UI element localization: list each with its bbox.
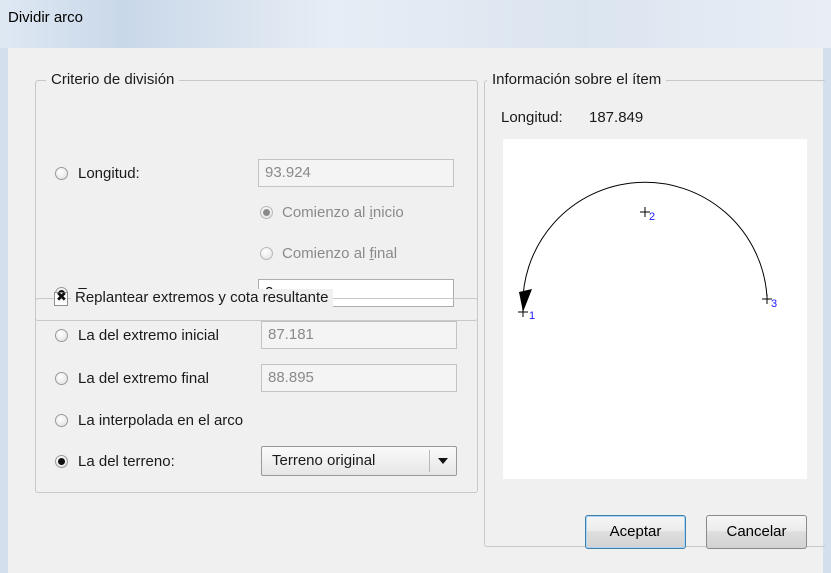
stakeout-legend: Replantear extremos y cota resultante	[71, 289, 334, 307]
arc-preview-canvas: 1 2 3	[503, 139, 807, 479]
terrain-select[interactable]: Terreno original	[261, 446, 457, 476]
division-criteria-legend: Criterio de división	[46, 71, 180, 89]
division-criteria-group: Criterio de división Longitud: 93.924 Co…	[35, 71, 478, 321]
stakeout-checkbox[interactable]	[54, 290, 68, 306]
point-1-marker	[518, 307, 528, 317]
point-2-label: 2	[649, 211, 655, 223]
longitud-radio[interactable]	[55, 167, 68, 180]
item-info-legend: Información sobre el ítem	[487, 71, 667, 89]
terrain-radio[interactable]	[55, 455, 68, 468]
initial-end-radio[interactable]	[55, 329, 68, 342]
interpolated-label: La interpolada en el arco	[78, 412, 244, 429]
start-at-end-label: Comienzo al final	[282, 245, 398, 262]
cancel-button[interactable]: Cancelar	[706, 515, 807, 549]
initial-end-label: La del extremo inicial	[78, 327, 219, 344]
start-at-beginning-label: Comienzo al inicio	[282, 204, 404, 221]
item-length-label: Longitud:	[501, 109, 563, 126]
final-end-label: La del extremo final	[78, 370, 209, 387]
final-end-input[interactable]: 88.895	[261, 364, 457, 392]
point-3-label: 3	[771, 298, 777, 310]
terrain-select-separator	[429, 450, 430, 472]
dialog-body: Criterio de división Longitud: 93.924 Co…	[8, 48, 826, 573]
terrain-label: La del terreno:	[78, 453, 175, 470]
window-title: Dividir arco	[8, 9, 84, 26]
arc-curve	[522, 181, 768, 313]
title-bar[interactable]: Dividir arco	[0, 0, 831, 48]
point-1-label: 1	[529, 310, 535, 322]
longitud-input[interactable]: 93.924	[258, 159, 454, 187]
interpolated-radio[interactable]	[55, 414, 68, 427]
initial-end-input[interactable]: 87.181	[261, 321, 457, 349]
chevron-down-icon[interactable]	[438, 458, 448, 464]
item-length-value: 187.849	[589, 109, 644, 126]
item-info-group: Información sobre el ítem Longitud: 187.…	[484, 71, 826, 547]
arc-preview-svg: 1 2 3	[518, 181, 777, 322]
final-end-radio[interactable]	[55, 372, 68, 385]
accept-button[interactable]: Aceptar	[585, 515, 686, 549]
start-at-end-radio[interactable]	[260, 247, 273, 260]
start-at-beginning-radio[interactable]	[260, 206, 273, 219]
window-frame-left	[0, 48, 8, 573]
arc-start-arrow	[519, 289, 532, 312]
longitud-label: Longitud:	[78, 165, 140, 182]
stakeout-group: Replantear extremos y cota resultante La…	[35, 289, 478, 493]
terrain-select-value: Terreno original	[272, 452, 376, 469]
